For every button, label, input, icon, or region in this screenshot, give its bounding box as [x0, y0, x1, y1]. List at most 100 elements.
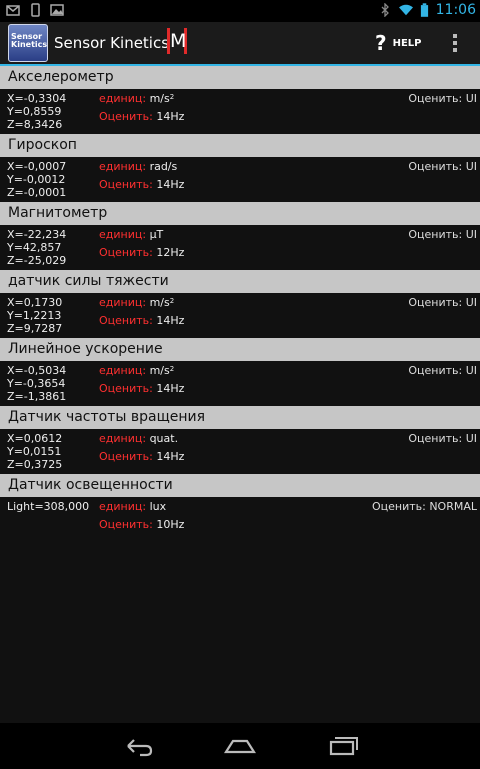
unit-superscript: 2: [169, 297, 175, 305]
reading-x: X=-0,5034: [7, 364, 67, 377]
reading-x: X=0,1730: [7, 296, 63, 309]
sensor-item[interactable]: Датчик освещенности Light=308,000 единиц…: [0, 474, 480, 542]
unit-label: единиц:: [99, 500, 147, 513]
rate-value: 10Hz: [156, 518, 185, 531]
unit-value: m/s: [149, 364, 170, 377]
sensor-item[interactable]: Линейное ускорение X=-0,5034 Y=-0,3654 Z…: [0, 338, 480, 406]
reading-y: Y=0,8559: [7, 105, 62, 118]
reading-z: Z=0,3725: [7, 458, 63, 471]
rate-label: Оценить:: [99, 450, 153, 463]
wifi-icon: [398, 4, 413, 16]
sensor-name: Датчик освещенности: [0, 474, 480, 497]
reading-x: X=-22,234: [7, 228, 67, 241]
reading-y: Y=42,857: [7, 241, 62, 254]
reading-x: X=0,0612: [7, 432, 63, 445]
rate-label: Оценить:: [99, 518, 153, 531]
reading-z: Z=9,7287: [7, 322, 63, 335]
help-label: HELP: [392, 37, 422, 49]
estimate-label: Оценить: UI: [408, 160, 477, 173]
app-icon-text-line2: Kinetics: [11, 40, 48, 49]
unit-value: m/s: [149, 92, 170, 105]
battery-icon: [420, 2, 428, 17]
sensor-item[interactable]: Магнитометр X=-22,234 Y=42,857 Z=-25,029…: [0, 202, 480, 270]
sensor-readings: X=0,0612 Y=0,0151 Z=0,3725: [7, 432, 62, 471]
sensor-body: X=-0,5034 Y=-0,3654 Z=-1,3861 единиц: m/…: [0, 361, 480, 406]
reading-z: Z=-0,0001: [7, 186, 67, 199]
rate-label: Оценить:: [99, 178, 153, 191]
reading-y: Y=0,0151: [7, 445, 62, 458]
rate-value: 14Hz: [156, 110, 185, 123]
sensor-name: Линейное ускорение: [0, 338, 480, 361]
reading-x: X=-0,0007: [7, 160, 67, 173]
sensor-readings: X=0,1730 Y=1,2213 Z=9,7287: [7, 296, 62, 335]
help-icon: ?: [375, 31, 387, 55]
sensor-name: Магнитометр: [0, 202, 480, 225]
estimate-label: Оценить: UI: [408, 364, 477, 377]
reading-z: Z=-25,029: [7, 254, 67, 267]
estimate-label: Оценить: NORMAL: [371, 500, 477, 513]
status-clock: 11:06: [435, 2, 476, 18]
rate-value: 14Hz: [156, 450, 185, 463]
rate-label: Оценить:: [99, 314, 153, 327]
status-bar: 11:06: [0, 0, 480, 22]
overflow-menu-button[interactable]: [448, 32, 462, 54]
app-icon[interactable]: Sensor Kinetics: [8, 24, 48, 62]
rate-value: 14Hz: [156, 314, 185, 327]
sensor-body: X=0,1730 Y=1,2213 Z=9,7287 единиц: m/s2 …: [0, 293, 480, 338]
sensor-readings: X=-22,234 Y=42,857 Z=-25,029: [7, 228, 66, 267]
reading-light: Light=308,000: [7, 500, 90, 513]
recent-apps-icon[interactable]: [325, 734, 361, 758]
sensor-body: Light=308,000 единиц: lux Оценить: 10Hz …: [0, 497, 480, 542]
sensor-name: Акселерометр: [0, 66, 480, 89]
unit-label: единиц:: [99, 364, 147, 377]
sensor-list[interactable]: Акселерометр X=-0,3304 Y=0,8559 Z=8,3426…: [0, 66, 480, 723]
unit-value: rad/s: [149, 160, 178, 173]
estimate-label: Оценить: UI: [408, 228, 477, 241]
m-logo: M: [167, 28, 187, 54]
unit-label: единиц:: [99, 432, 147, 445]
reading-y: Y=1,2213: [7, 309, 62, 322]
reading-y: Y=-0,3654: [7, 377, 66, 390]
unit-label: единиц:: [99, 228, 147, 241]
gmail-icon: [6, 5, 20, 16]
reading-z: Z=-1,3861: [7, 390, 67, 403]
overflow-dot-icon: [453, 34, 457, 38]
unit-superscript: 2: [169, 93, 175, 101]
unit-label: единиц:: [99, 160, 147, 173]
rate-value: 12Hz: [156, 246, 185, 259]
action-bar: Sensor Kinetics Sensor Kinetics M ? HELP: [0, 22, 480, 64]
overflow-dot-icon: [453, 48, 457, 52]
rate-value: 14Hz: [156, 382, 185, 395]
bluetooth-icon: [381, 3, 389, 17]
rate-label: Оценить:: [99, 382, 153, 395]
rate-label: Оценить:: [99, 246, 153, 259]
reading-x: X=-0,3304: [7, 92, 67, 105]
rate-value: 14Hz: [156, 178, 185, 191]
overflow-dot-icon: [453, 41, 457, 45]
sensor-body: X=0,0612 Y=0,0151 Z=0,3725 единиц: quat.…: [0, 429, 480, 474]
unit-value: quat.: [149, 432, 179, 445]
sensor-readings: X=-0,5034 Y=-0,3654 Z=-1,3861: [7, 364, 66, 403]
sensor-item[interactable]: Датчик частоты вращения X=0,0612 Y=0,015…: [0, 406, 480, 474]
sensor-readings: X=-0,3304 Y=0,8559 Z=8,3426: [7, 92, 66, 131]
sensor-readings: Light=308,000: [7, 500, 89, 513]
estimate-label: Оценить: UI: [408, 92, 477, 105]
back-icon[interactable]: [120, 734, 156, 758]
unit-superscript: 2: [169, 365, 175, 373]
sensor-name: Гироскоп: [0, 134, 480, 157]
sensor-body: X=-22,234 Y=42,857 Z=-25,029 единиц: µT …: [0, 225, 480, 270]
sensor-item[interactable]: Акселерометр X=-0,3304 Y=0,8559 Z=8,3426…: [0, 66, 480, 134]
app-title: Sensor Kinetics: [54, 34, 170, 52]
help-button[interactable]: ? HELP: [375, 30, 422, 56]
home-icon[interactable]: [222, 734, 258, 758]
reading-y: Y=-0,0012: [7, 173, 66, 186]
sensor-body: X=-0,3304 Y=0,8559 Z=8,3426 единиц: m/s2…: [0, 89, 480, 134]
sensor-item[interactable]: Гироскоп X=-0,0007 Y=-0,0012 Z=-0,0001 е…: [0, 134, 480, 202]
reading-z: Z=8,3426: [7, 118, 63, 131]
sensor-body: X=-0,0007 Y=-0,0012 Z=-0,0001 единиц: ra…: [0, 157, 480, 202]
navigation-bar: [0, 723, 480, 769]
image-icon: [50, 4, 64, 16]
unit-value: lux: [149, 500, 167, 513]
unit-label: единиц:: [99, 296, 147, 309]
sensor-item[interactable]: датчик силы тяжести X=0,1730 Y=1,2213 Z=…: [0, 270, 480, 338]
